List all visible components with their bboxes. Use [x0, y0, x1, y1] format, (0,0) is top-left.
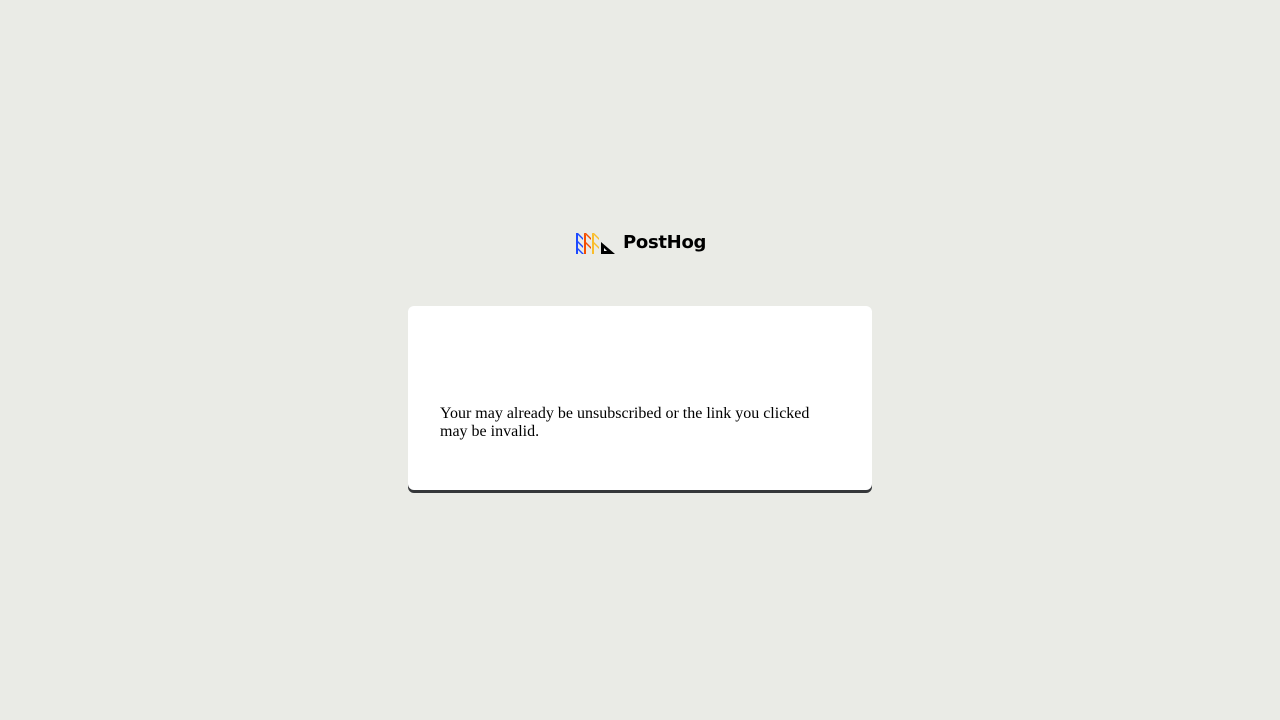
posthog-wordmark: PostHog: [623, 232, 707, 253]
unsubscribe-page: PostHog Your may already be unsubscribed…: [0, 0, 1280, 720]
unsubscribe-error-message: Your may already be unsubscribed or the …: [440, 405, 810, 440]
message-card: Your may already be unsubscribed or the …: [408, 306, 872, 490]
posthog-logo[interactable]: PostHog: [576, 231, 706, 255]
posthog-logo-icon: [576, 233, 615, 254]
